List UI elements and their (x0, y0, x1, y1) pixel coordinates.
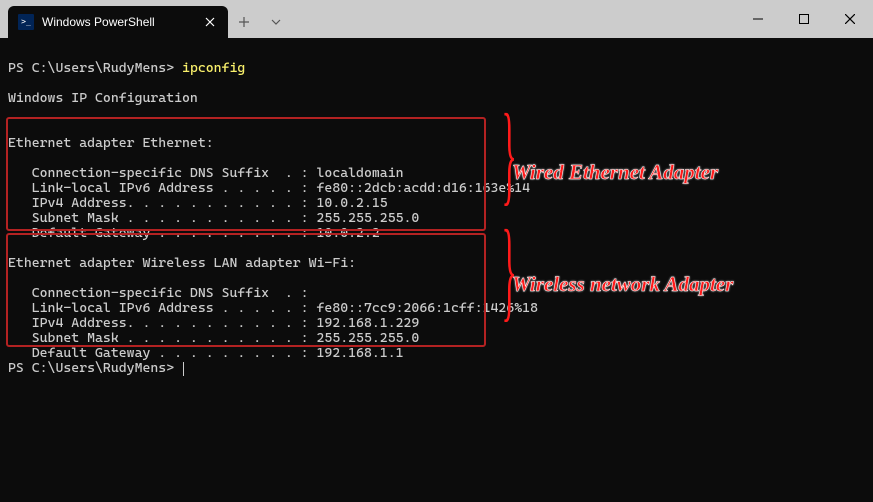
close-icon (845, 14, 855, 24)
prompt-command: ipconfig (182, 60, 245, 76)
adapter1-subnet: Subnet Mask . . . . . . . . . . . : 255.… (8, 210, 419, 226)
adapter2-ipv4: IPv4 Address. . . . . . . . . . . : 192.… (8, 315, 419, 331)
window-controls (735, 0, 873, 38)
adapter1-ipv6: Link-local IPv6 Address . . . . . : fe80… (8, 180, 530, 196)
window-close-button[interactable] (827, 0, 873, 38)
title-bar: Windows PowerShell (0, 0, 873, 38)
cursor (183, 362, 184, 376)
output-header: Windows IP Configuration (8, 90, 198, 106)
prompt-path: PS C:\Users\RudyMens> (8, 60, 182, 76)
minimize-icon (753, 14, 763, 24)
tab-title: Windows PowerShell (42, 15, 194, 29)
chevron-down-icon (270, 16, 282, 28)
adapter2-ipv6: Link-local IPv6 Address . . . . . : fe80… (8, 300, 538, 316)
adapter1-title: Ethernet adapter Ethernet: (8, 135, 214, 151)
adapter2-subnet: Subnet Mask . . . . . . . . . . . : 255.… (8, 330, 419, 346)
powershell-icon (18, 14, 34, 30)
adapter1-gateway: Default Gateway . . . . . . . . . : 10.0… (8, 225, 380, 241)
minimize-button[interactable] (735, 0, 781, 38)
maximize-button[interactable] (781, 0, 827, 38)
adapter2-dns-suffix: Connection-specific DNS Suffix . : (8, 285, 309, 301)
prompt-path-2: PS C:\Users\RudyMens> (8, 360, 182, 376)
close-tab-button[interactable] (202, 14, 218, 30)
adapter1-dns-suffix: Connection-specific DNS Suffix . : local… (8, 165, 404, 181)
maximize-icon (799, 14, 809, 24)
tab-strip: Windows PowerShell (0, 0, 292, 38)
plus-icon (238, 16, 250, 28)
terminal-body[interactable]: PS C:\Users\RudyMens> ipconfig Windows I… (0, 38, 873, 502)
adapter1-ipv4: IPv4 Address. . . . . . . . . . . : 10.0… (8, 195, 388, 211)
active-tab[interactable]: Windows PowerShell (8, 6, 228, 38)
tab-dropdown-button[interactable] (260, 6, 292, 38)
adapter2-title: Ethernet adapter Wireless LAN adapter Wi… (8, 255, 356, 271)
new-tab-button[interactable] (228, 6, 260, 38)
adapter2-gateway: Default Gateway . . . . . . . . . : 192.… (8, 345, 404, 361)
close-icon (205, 17, 215, 27)
